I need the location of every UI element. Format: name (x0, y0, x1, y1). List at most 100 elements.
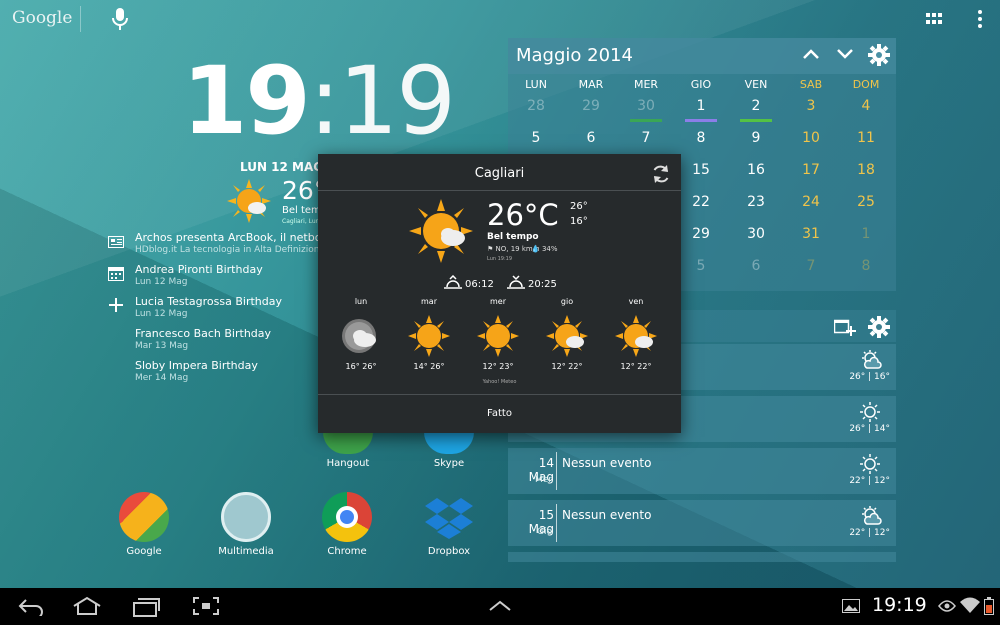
agenda-temps: 22° | 12° (849, 476, 890, 486)
calendar-day[interactable]: 5 (675, 258, 727, 274)
agenda-row[interactable]: 14 Mag Mer Nessun evento 22° | 12° (508, 448, 896, 494)
chevron-down-icon[interactable] (836, 48, 854, 60)
calendar-day[interactable]: 1 (840, 226, 892, 242)
calendar-day[interactable]: 8 (675, 130, 727, 146)
chevron-up-icon[interactable] (488, 600, 512, 612)
calendar-day[interactable]: 28 (510, 98, 562, 114)
event-subtitle: Mar 13 Mag (135, 341, 189, 351)
calendar-day[interactable]: 1 (675, 98, 727, 114)
back-icon[interactable] (18, 598, 44, 616)
dialog-condition: Bel tempo (487, 232, 539, 242)
clock-time[interactable]: 19:19 (182, 52, 456, 152)
agenda-text: Nessun evento (562, 508, 652, 522)
calendar-day[interactable]: 17 (785, 162, 837, 178)
sun-icon (858, 454, 882, 478)
recent-apps-icon[interactable] (132, 597, 160, 617)
dialog-city-title: Cagliari (474, 166, 525, 181)
event-title: Andrea Pironti Birthday (135, 263, 263, 276)
google-search-logo[interactable]: Google (12, 8, 72, 28)
calendar-day[interactable]: 18 (840, 162, 892, 178)
app-chrome[interactable]: Chrome (307, 492, 387, 557)
calendar-day[interactable]: 30 (730, 226, 782, 242)
add-event-icon[interactable] (834, 318, 856, 336)
calendar-day[interactable]: 8 (840, 258, 892, 274)
calendar-day[interactable]: 15 (675, 162, 727, 178)
event-title: Archos presenta ArcBook, il netbook A (135, 231, 346, 244)
eye-icon (938, 600, 956, 612)
wifi-icon (960, 597, 980, 613)
calendar-day[interactable]: 31 (785, 226, 837, 242)
calendar-day[interactable]: 10 (785, 130, 837, 146)
calendar-day[interactable]: 4 (840, 98, 892, 114)
calendar-month-title[interactable]: Maggio 2014 (516, 45, 633, 66)
app-label: Chrome (327, 546, 367, 557)
weekday-header: LUN (525, 78, 547, 91)
calendar-day[interactable]: 16 (730, 162, 782, 178)
agenda-row[interactable]: 15 Mag Gio Nessun evento 22° | 12° (508, 500, 896, 546)
agenda-weekday: Gio (537, 527, 552, 537)
app-label: Skype (433, 458, 465, 469)
chevron-up-icon[interactable] (802, 48, 820, 60)
event-subtitle: Lun 12 Mag (135, 277, 188, 287)
clock-colon: : (308, 47, 341, 156)
calendar-day[interactable]: 5 (510, 130, 562, 146)
weather-source: Yahoo! Meteo (482, 379, 517, 385)
calendar-day[interactable]: 11 (840, 130, 892, 146)
app-dropbox[interactable]: Dropbox (409, 492, 489, 557)
hangout-icon (323, 432, 373, 454)
calendar-day[interactable]: 23 (730, 194, 782, 210)
agenda-temps: 22° | 12° (849, 528, 890, 538)
dialog-humidity: 💧 34% (531, 245, 558, 253)
forecast-day: lun 16° 26° (331, 297, 391, 371)
agenda-text: Nessun evento (562, 456, 652, 470)
sun-icon (407, 314, 451, 358)
navigation-bar: 19:19 (0, 588, 1000, 625)
gear-icon[interactable] (868, 44, 890, 66)
calendar-day[interactable]: 29 (565, 98, 617, 114)
dialog-high-temp: 26° (570, 201, 588, 212)
gear-icon[interactable] (868, 316, 890, 338)
cloudy-icon (339, 314, 383, 358)
calendar-day[interactable]: 30 (620, 98, 672, 114)
forecast-day-label: mer (489, 297, 506, 306)
calendar-day[interactable]: 7 (620, 130, 672, 146)
plus-icon[interactable] (108, 297, 124, 317)
calendar-day[interactable]: 25 (840, 194, 892, 210)
calendar-day[interactable]: 29 (675, 226, 727, 242)
done-button[interactable]: Fatto (318, 408, 681, 419)
overflow-menu-icon[interactable] (977, 10, 983, 28)
weekday-header: SAB (799, 78, 823, 91)
event-subtitle: Mer 14 Mag (135, 373, 189, 383)
calendar-day[interactable]: 3 (785, 98, 837, 114)
calendar-day[interactable]: 7 (785, 258, 837, 274)
home-icon[interactable] (72, 596, 102, 616)
forecast-temps: 12° 22° (620, 362, 652, 371)
app-google[interactable]: Google (104, 492, 184, 557)
mic-icon[interactable] (112, 8, 128, 30)
divider (556, 504, 557, 542)
event-subtitle: HDblog.it La tecnologia in Alta Definizi… (135, 245, 326, 255)
agenda-row[interactable] (508, 552, 896, 562)
app-label: Dropbox (427, 546, 471, 557)
refresh-icon[interactable] (651, 164, 671, 184)
app-skype[interactable]: Skype (409, 432, 489, 469)
forecast-temps: 12° 23° (482, 362, 514, 371)
weekday-header: VEN (744, 78, 768, 91)
calendar-day[interactable]: 6 (565, 130, 617, 146)
app-multimedia[interactable]: Multimedia (206, 492, 286, 557)
calendar-day[interactable]: 22 (675, 194, 727, 210)
sun-icon (476, 314, 520, 358)
dropbox-icon (424, 492, 474, 542)
gallery-icon (842, 599, 860, 613)
partly-cloudy-icon (858, 350, 882, 374)
apps-grid-icon[interactable] (926, 13, 942, 25)
calendar-day[interactable]: 24 (785, 194, 837, 210)
calendar-day[interactable]: 9 (730, 130, 782, 146)
screenshot-icon[interactable] (192, 596, 220, 616)
calendar-day[interactable]: 2 (730, 98, 782, 114)
calendar-day[interactable]: 6 (730, 258, 782, 274)
app-label: Google (126, 546, 162, 557)
partly-cloudy-icon (858, 506, 882, 530)
app-hangout[interactable]: Hangout (308, 432, 388, 469)
dialog-low-temp: 16° (570, 216, 588, 227)
